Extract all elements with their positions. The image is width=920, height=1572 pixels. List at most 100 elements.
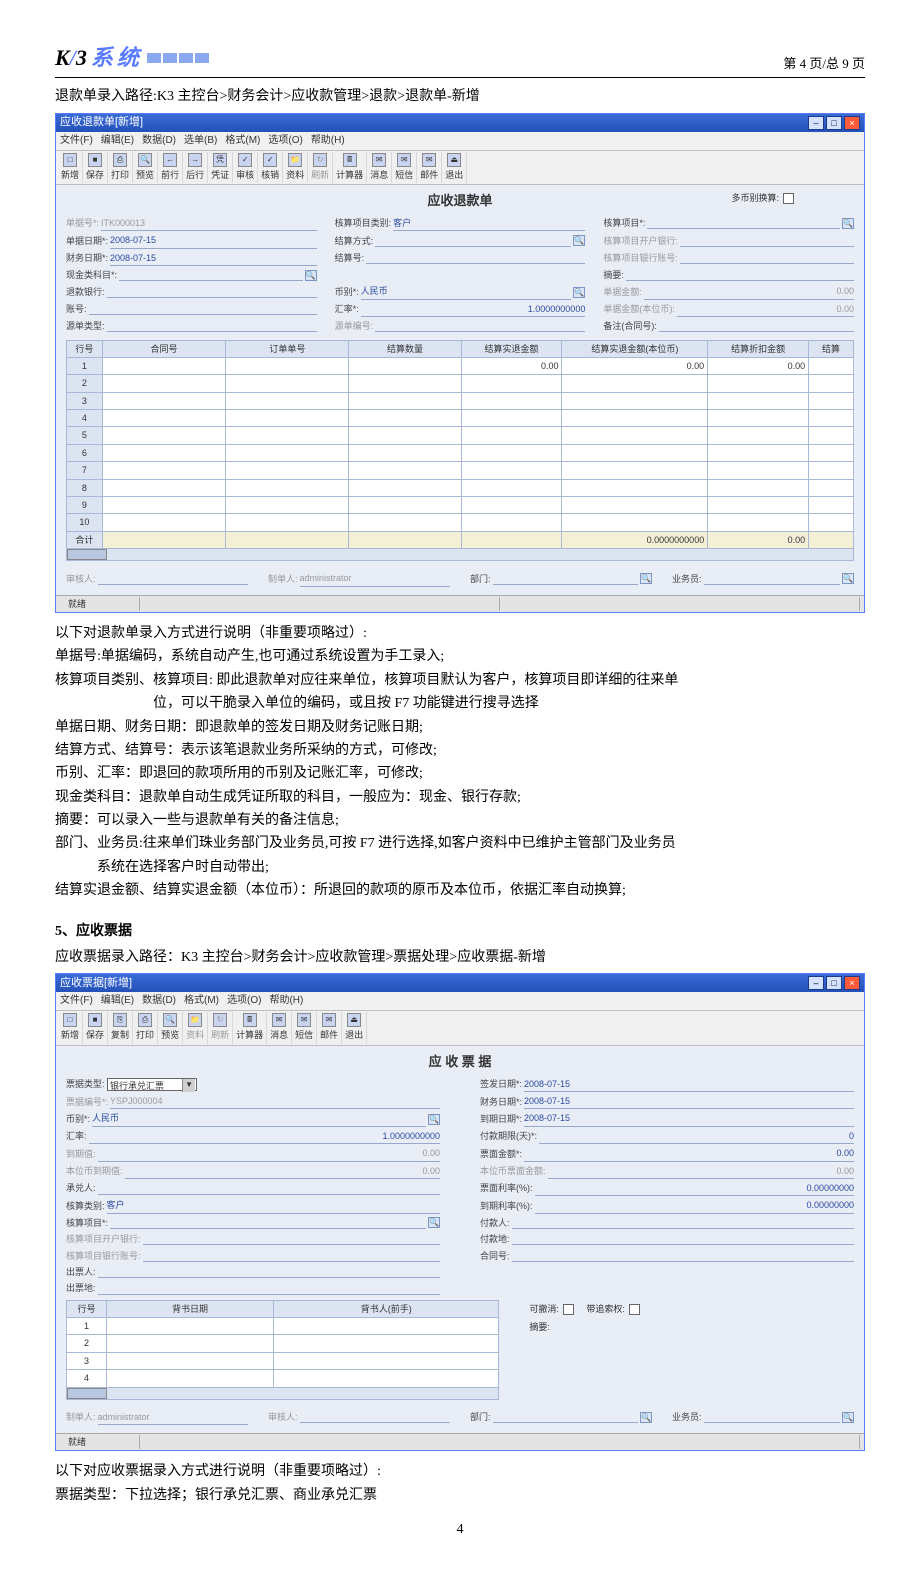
cash-subj[interactable] <box>119 269 303 281</box>
refund-path: 退款单录入路径:K3 主控台>财务会计>应收款管理>退款>退款单-新增 <box>55 86 865 108</box>
h-scrollbar[interactable] <box>66 549 854 561</box>
tb-data[interactable]: 📁资料 <box>283 152 308 183</box>
minimize-icon[interactable]: – <box>808 116 824 130</box>
toolbar: □新增 ■保存 ⎙打印 🔍预览 ←前行 →后行 凭凭证 ✓审核 ✓核销 📁资料 … <box>56 151 864 185</box>
summary[interactable] <box>626 269 854 281</box>
contract-no[interactable] <box>512 1250 854 1262</box>
tb-preview[interactable]: 🔍预览 <box>133 152 158 183</box>
tb-msg[interactable]: ✉消息 <box>367 152 392 183</box>
tb-copy[interactable]: ⎘复制 <box>108 1012 133 1043</box>
status-bar: 就绪 <box>56 1433 864 1450</box>
toolbar: □新增 ■保存 ⎘复制 ⎙打印 🔍预览 📁资料 ↻刷新 🖩计算器 ✉消息 ✉短信… <box>56 1011 864 1045</box>
title-bar: 应收票据[新增] – □ × <box>56 974 864 992</box>
bill-type-select[interactable]: 银行承兑汇票 <box>107 1078 197 1091</box>
menu-bar[interactable]: 文件(F)编辑(E)数据(D)选单(B)格式(M)选项(O)帮助(H) <box>56 132 864 151</box>
tb-msg[interactable]: ✉消息 <box>267 1012 292 1043</box>
h-scrollbar[interactable] <box>66 1388 499 1400</box>
tb-verify[interactable]: ✓核销 <box>258 152 283 183</box>
maximize-icon[interactable]: □ <box>826 976 842 990</box>
settle-method[interactable] <box>375 235 571 247</box>
tb-prev[interactable]: ←前行 <box>158 152 183 183</box>
tb-voucher[interactable]: 凭凭证 <box>208 152 233 183</box>
lookup-icon[interactable]: 🔍 <box>428 1114 440 1125</box>
tb-refresh[interactable]: ↻刷新 <box>208 1012 233 1043</box>
tb-save[interactable]: ■保存 <box>83 1012 108 1043</box>
due-rate[interactable]: 0.00000000 <box>535 1198 855 1213</box>
account[interactable] <box>89 303 317 315</box>
refund-bank[interactable] <box>107 286 317 298</box>
salesman[interactable] <box>704 1411 840 1423</box>
currency[interactable]: 人民币 <box>361 284 572 299</box>
minimize-icon[interactable]: – <box>808 976 824 990</box>
menu-bar[interactable]: 文件(F)编辑(E)数据(D)格式(M)选项(O)帮助(H) <box>56 992 864 1011</box>
currency[interactable]: 人民币 <box>92 1111 426 1126</box>
rate[interactable]: 1.0000000000 <box>89 1129 440 1144</box>
drawer[interactable] <box>98 1266 440 1278</box>
tb-new[interactable]: □新增 <box>58 152 83 183</box>
lookup-icon[interactable]: 🔍 <box>842 573 854 584</box>
tb-refresh[interactable]: ↻刷新 <box>308 152 333 183</box>
tb-data[interactable]: 📁资料 <box>183 1012 208 1043</box>
tb-preview[interactable]: 🔍预览 <box>158 1012 183 1043</box>
draw-place[interactable] <box>98 1283 440 1295</box>
tb-calc[interactable]: 🖩计算器 <box>333 152 367 183</box>
acceptor[interactable] <box>98 1183 440 1195</box>
tb-next[interactable]: →后行 <box>183 152 208 183</box>
tb-save[interactable]: ■保存 <box>83 152 108 183</box>
window-title: 应收退款单[新增] <box>60 114 143 132</box>
remark[interactable] <box>659 320 854 332</box>
tb-exit[interactable]: ⏏退出 <box>442 152 467 183</box>
acct-cat[interactable]: 客户 <box>393 216 585 231</box>
lookup-icon[interactable]: 🔍 <box>428 1217 440 1228</box>
tb-mail[interactable]: ✉邮件 <box>417 152 442 183</box>
fin-date[interactable]: 2008-07-15 <box>110 251 317 266</box>
lookup-icon[interactable]: 🔍 <box>305 270 317 281</box>
page-info: 第 4 页/总 9 页 <box>783 54 865 75</box>
salesman[interactable] <box>704 573 840 585</box>
maker: administrator <box>98 1410 248 1425</box>
tb-calc[interactable]: 🖩计算器 <box>233 1012 267 1043</box>
sign-date[interactable]: 2008-07-15 <box>524 1077 854 1092</box>
close-icon[interactable]: × <box>844 976 860 990</box>
acct-cat[interactable]: 客户 <box>107 1198 440 1213</box>
lookup-icon[interactable]: 🔍 <box>573 235 585 246</box>
lookup-icon[interactable]: 🔍 <box>573 287 585 298</box>
rate[interactable]: 1.0000000000 <box>361 302 586 317</box>
maximize-icon[interactable]: □ <box>826 116 842 130</box>
face-amt[interactable]: 0.00 <box>524 1146 854 1161</box>
face-rate[interactable]: 0.00000000 <box>535 1181 855 1196</box>
tb-exit[interactable]: ⏏退出 <box>342 1012 367 1043</box>
endorse-table[interactable]: 行号背书日期背书人(前手) 1 2 3 4 <box>66 1300 499 1388</box>
tb-mail[interactable]: ✉邮件 <box>317 1012 342 1043</box>
multi-currency-checkbox[interactable] <box>783 193 794 204</box>
acct-item[interactable] <box>110 1217 426 1229</box>
pay-term[interactable]: 0 <box>539 1129 854 1144</box>
lookup-icon[interactable]: 🔍 <box>842 218 854 229</box>
src-type[interactable] <box>107 320 317 332</box>
lookup-icon[interactable]: 🔍 <box>842 1412 854 1423</box>
close-icon[interactable]: × <box>844 116 860 130</box>
tb-audit[interactable]: ✓审核 <box>233 152 258 183</box>
tb-new[interactable]: □新增 <box>58 1012 83 1043</box>
fin-date[interactable]: 2008-07-15 <box>524 1094 854 1109</box>
refund-lines-table[interactable]: 行号合同号订单单号结算数量结算实退金额结算实退金额(本位币)结算折扣金额结算 1… <box>66 340 854 550</box>
tb-sms[interactable]: ✉短信 <box>392 152 417 183</box>
lookup-icon[interactable]: 🔍 <box>640 1412 652 1423</box>
refund-description: 以下对退款单录入方式进行说明（非重要项略过）: 单据号:单据编码，系统自动产生,… <box>55 623 865 903</box>
recourse-checkbox[interactable] <box>629 1304 640 1315</box>
doc-date[interactable]: 2008-07-15 <box>110 233 317 248</box>
dept[interactable] <box>493 573 638 585</box>
pay-place[interactable] <box>512 1233 854 1245</box>
lookup-icon[interactable]: 🔍 <box>640 573 652 584</box>
due-date[interactable]: 2008-07-15 <box>524 1111 854 1126</box>
acct-item[interactable] <box>647 217 840 229</box>
settle-no[interactable] <box>366 252 585 264</box>
payer[interactable] <box>512 1217 854 1229</box>
bill-window: 应收票据[新增] – □ × 文件(F)编辑(E)数据(D)格式(M)选项(O)… <box>55 973 865 1451</box>
tb-print[interactable]: ⎙打印 <box>133 1012 158 1043</box>
tb-print[interactable]: ⎙打印 <box>108 152 133 183</box>
tb-sms[interactable]: ✉短信 <box>292 1012 317 1043</box>
revocable-checkbox[interactable] <box>563 1304 574 1315</box>
dept[interactable] <box>493 1411 638 1423</box>
refund-window: 应收退款单[新增] – □ × 文件(F)编辑(E)数据(D)选单(B)格式(M… <box>55 113 865 613</box>
